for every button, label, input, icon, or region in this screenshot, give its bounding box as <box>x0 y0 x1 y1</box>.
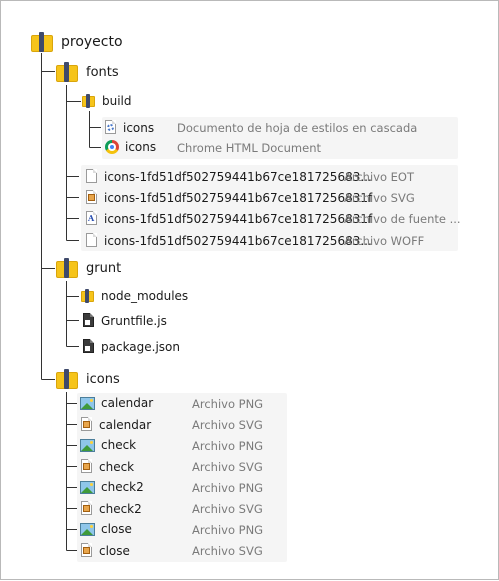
tree-node-icons[interactable]: icons <box>56 369 120 389</box>
folder-label: icons <box>86 371 120 387</box>
file-name: icons-1fd51df502759441b67ce181725683... <box>104 169 372 184</box>
svg-file-icon <box>86 190 98 205</box>
png-file-icon <box>80 438 95 452</box>
svg-file-icon <box>81 543 93 558</box>
file-name: check2 <box>99 501 142 516</box>
svg-file-icon <box>81 501 93 516</box>
folder-label: proyecto <box>61 34 123 50</box>
file-type: Archivo EOT <box>344 170 414 184</box>
folder-label: grunt <box>86 260 122 276</box>
tree-node-file[interactable]: icons <box>105 120 154 135</box>
file-name: check2 <box>101 480 144 494</box>
file-tree-window: proyecto fonts build icons Documento de … <box>0 0 499 580</box>
file-type: Archivo SVG <box>192 460 263 474</box>
file-name: package.json <box>101 339 181 354</box>
file-type: Archivo PNG <box>192 481 264 495</box>
file-name: check <box>99 459 135 474</box>
file-type: Archivo SVG <box>192 418 263 432</box>
chrome-icon <box>105 140 119 154</box>
svg-file-icon <box>81 417 93 432</box>
folder-icon <box>31 32 53 52</box>
png-file-icon <box>80 480 95 494</box>
file-type: Archivo SVG <box>192 502 263 516</box>
file-type: Archivo de fuente ... <box>344 212 461 226</box>
file-type: Archivo PNG <box>192 397 264 411</box>
folder-label: node_modules <box>101 289 189 303</box>
folder-label: build <box>102 94 132 108</box>
tree-node-file[interactable]: check <box>81 459 134 474</box>
folder-icon <box>81 289 95 303</box>
tree-node-file[interactable]: icons-1fd51df502759441b67ce181725683... <box>86 233 372 248</box>
tree-node-build[interactable]: build <box>82 94 132 108</box>
tree-node-file[interactable]: icons-1fd51df502759441b67ce1817256831f <box>86 190 372 205</box>
tree-node-file[interactable]: check <box>80 438 136 452</box>
tree-node-file[interactable]: icons-1fd51df502759441b67ce181725683... <box>86 169 372 184</box>
file-name: Gruntfile.js <box>101 313 167 328</box>
tree-node-file[interactable]: close <box>80 522 132 536</box>
folder-icon <box>56 258 78 278</box>
tree-node-node-modules[interactable]: node_modules <box>81 289 188 303</box>
font-file-icon: A <box>86 211 98 226</box>
tree-node-file[interactable]: A icons-1fd51df502759441b67ce1817256831f <box>86 211 372 226</box>
file-type: Archivo WOFF <box>344 234 425 248</box>
file-name: icons <box>123 120 155 135</box>
folder-label: fonts <box>86 64 119 80</box>
svg-file-icon <box>81 459 93 474</box>
file-type: Archivo PNG <box>192 439 264 453</box>
tree-node-file[interactable]: check2 <box>81 501 142 516</box>
tree-node-file[interactable]: check2 <box>80 480 144 494</box>
file-name: icons-1fd51df502759441b67ce1817256831f <box>104 211 373 226</box>
file-type: Chrome HTML Document <box>177 141 321 155</box>
file-name: calendar <box>101 396 154 410</box>
file-type: Archivo PNG <box>192 523 264 537</box>
file-type: Archivo SVG <box>192 544 263 558</box>
file-name: icons <box>125 140 157 154</box>
js-file-icon <box>83 313 95 328</box>
tree-node-file[interactable]: Gruntfile.js <box>83 313 167 328</box>
tree-node-fonts[interactable]: fonts <box>56 62 119 82</box>
tree-node-file[interactable]: icons <box>105 140 156 154</box>
tree-node-file[interactable]: calendar <box>80 396 153 410</box>
css-file-icon <box>105 120 117 135</box>
tree-node-file[interactable]: calendar <box>81 417 151 432</box>
tree-node-file[interactable]: package.json <box>83 339 180 354</box>
png-file-icon <box>80 396 95 410</box>
file-name: close <box>101 522 132 536</box>
file-name: icons-1fd51df502759441b67ce181725683... <box>104 233 372 248</box>
file-type: Documento de hoja de estilos en cascada <box>177 121 418 135</box>
file-name: icons-1fd51df502759441b67ce1817256831f <box>104 190 373 205</box>
file-name: calendar <box>99 417 152 432</box>
blank-file-icon <box>86 169 98 184</box>
json-file-icon <box>83 339 95 354</box>
folder-icon <box>82 94 96 108</box>
file-name: check <box>101 438 137 452</box>
file-type: Archivo SVG <box>344 191 415 205</box>
folder-icon <box>56 369 78 389</box>
blank-file-icon <box>86 233 98 248</box>
tree-node-file[interactable]: close <box>81 543 130 558</box>
file-name: close <box>99 543 130 558</box>
folder-icon <box>56 62 78 82</box>
tree-node-grunt[interactable]: grunt <box>56 258 121 278</box>
png-file-icon <box>80 522 95 536</box>
tree-node-proyecto[interactable]: proyecto <box>31 32 123 52</box>
